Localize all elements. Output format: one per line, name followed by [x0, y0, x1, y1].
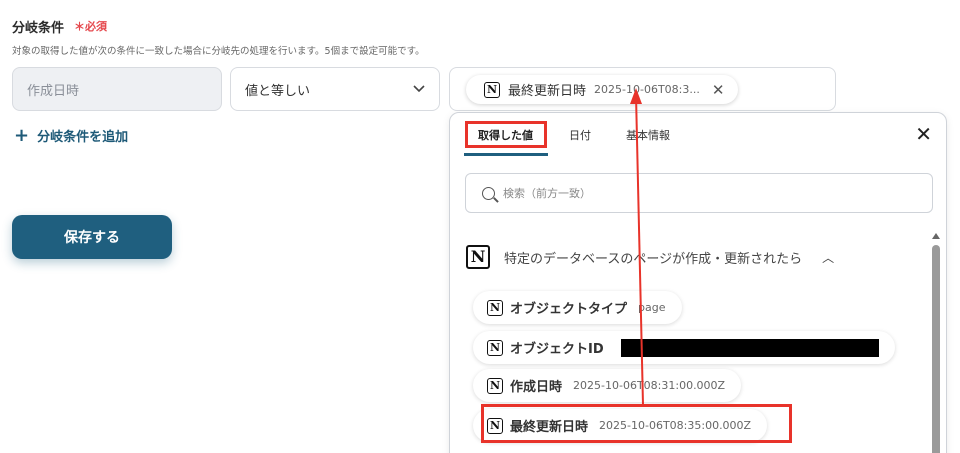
- annotation-arrow: [630, 88, 644, 406]
